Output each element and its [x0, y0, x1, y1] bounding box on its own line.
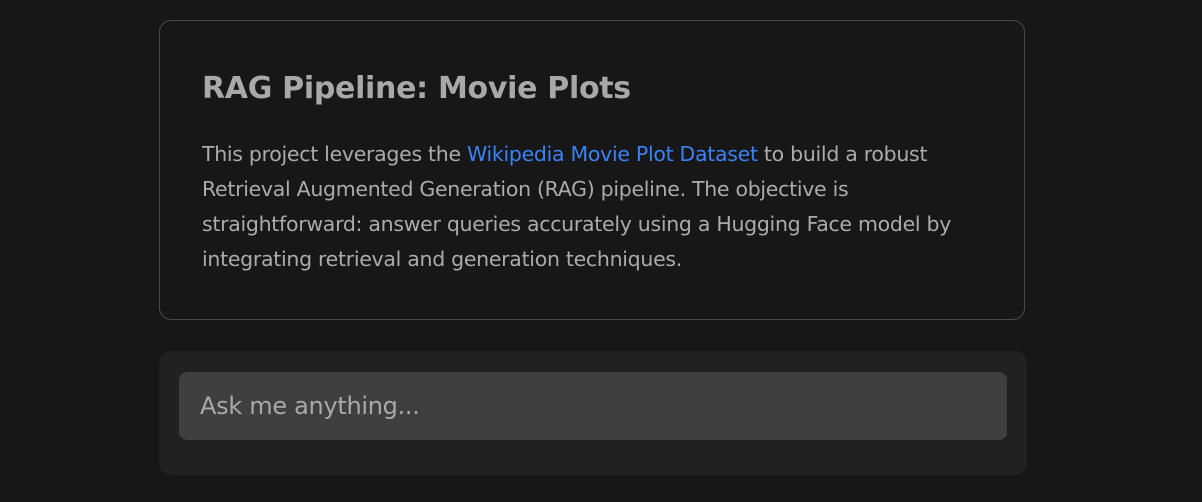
chat-input-panel	[159, 351, 1027, 475]
dataset-link[interactable]: Wikipedia Movie Plot Dataset	[467, 142, 758, 166]
project-description: This project leverages the Wikipedia Mov…	[202, 137, 982, 277]
ask-input[interactable]	[179, 372, 1007, 440]
project-info-card: RAG Pipeline: Movie Plots This project l…	[159, 20, 1025, 320]
description-intro-text: This project leverages the	[202, 142, 467, 166]
project-title: RAG Pipeline: Movie Plots	[202, 71, 631, 106]
page: RAG Pipeline: Movie Plots This project l…	[0, 0, 1202, 502]
